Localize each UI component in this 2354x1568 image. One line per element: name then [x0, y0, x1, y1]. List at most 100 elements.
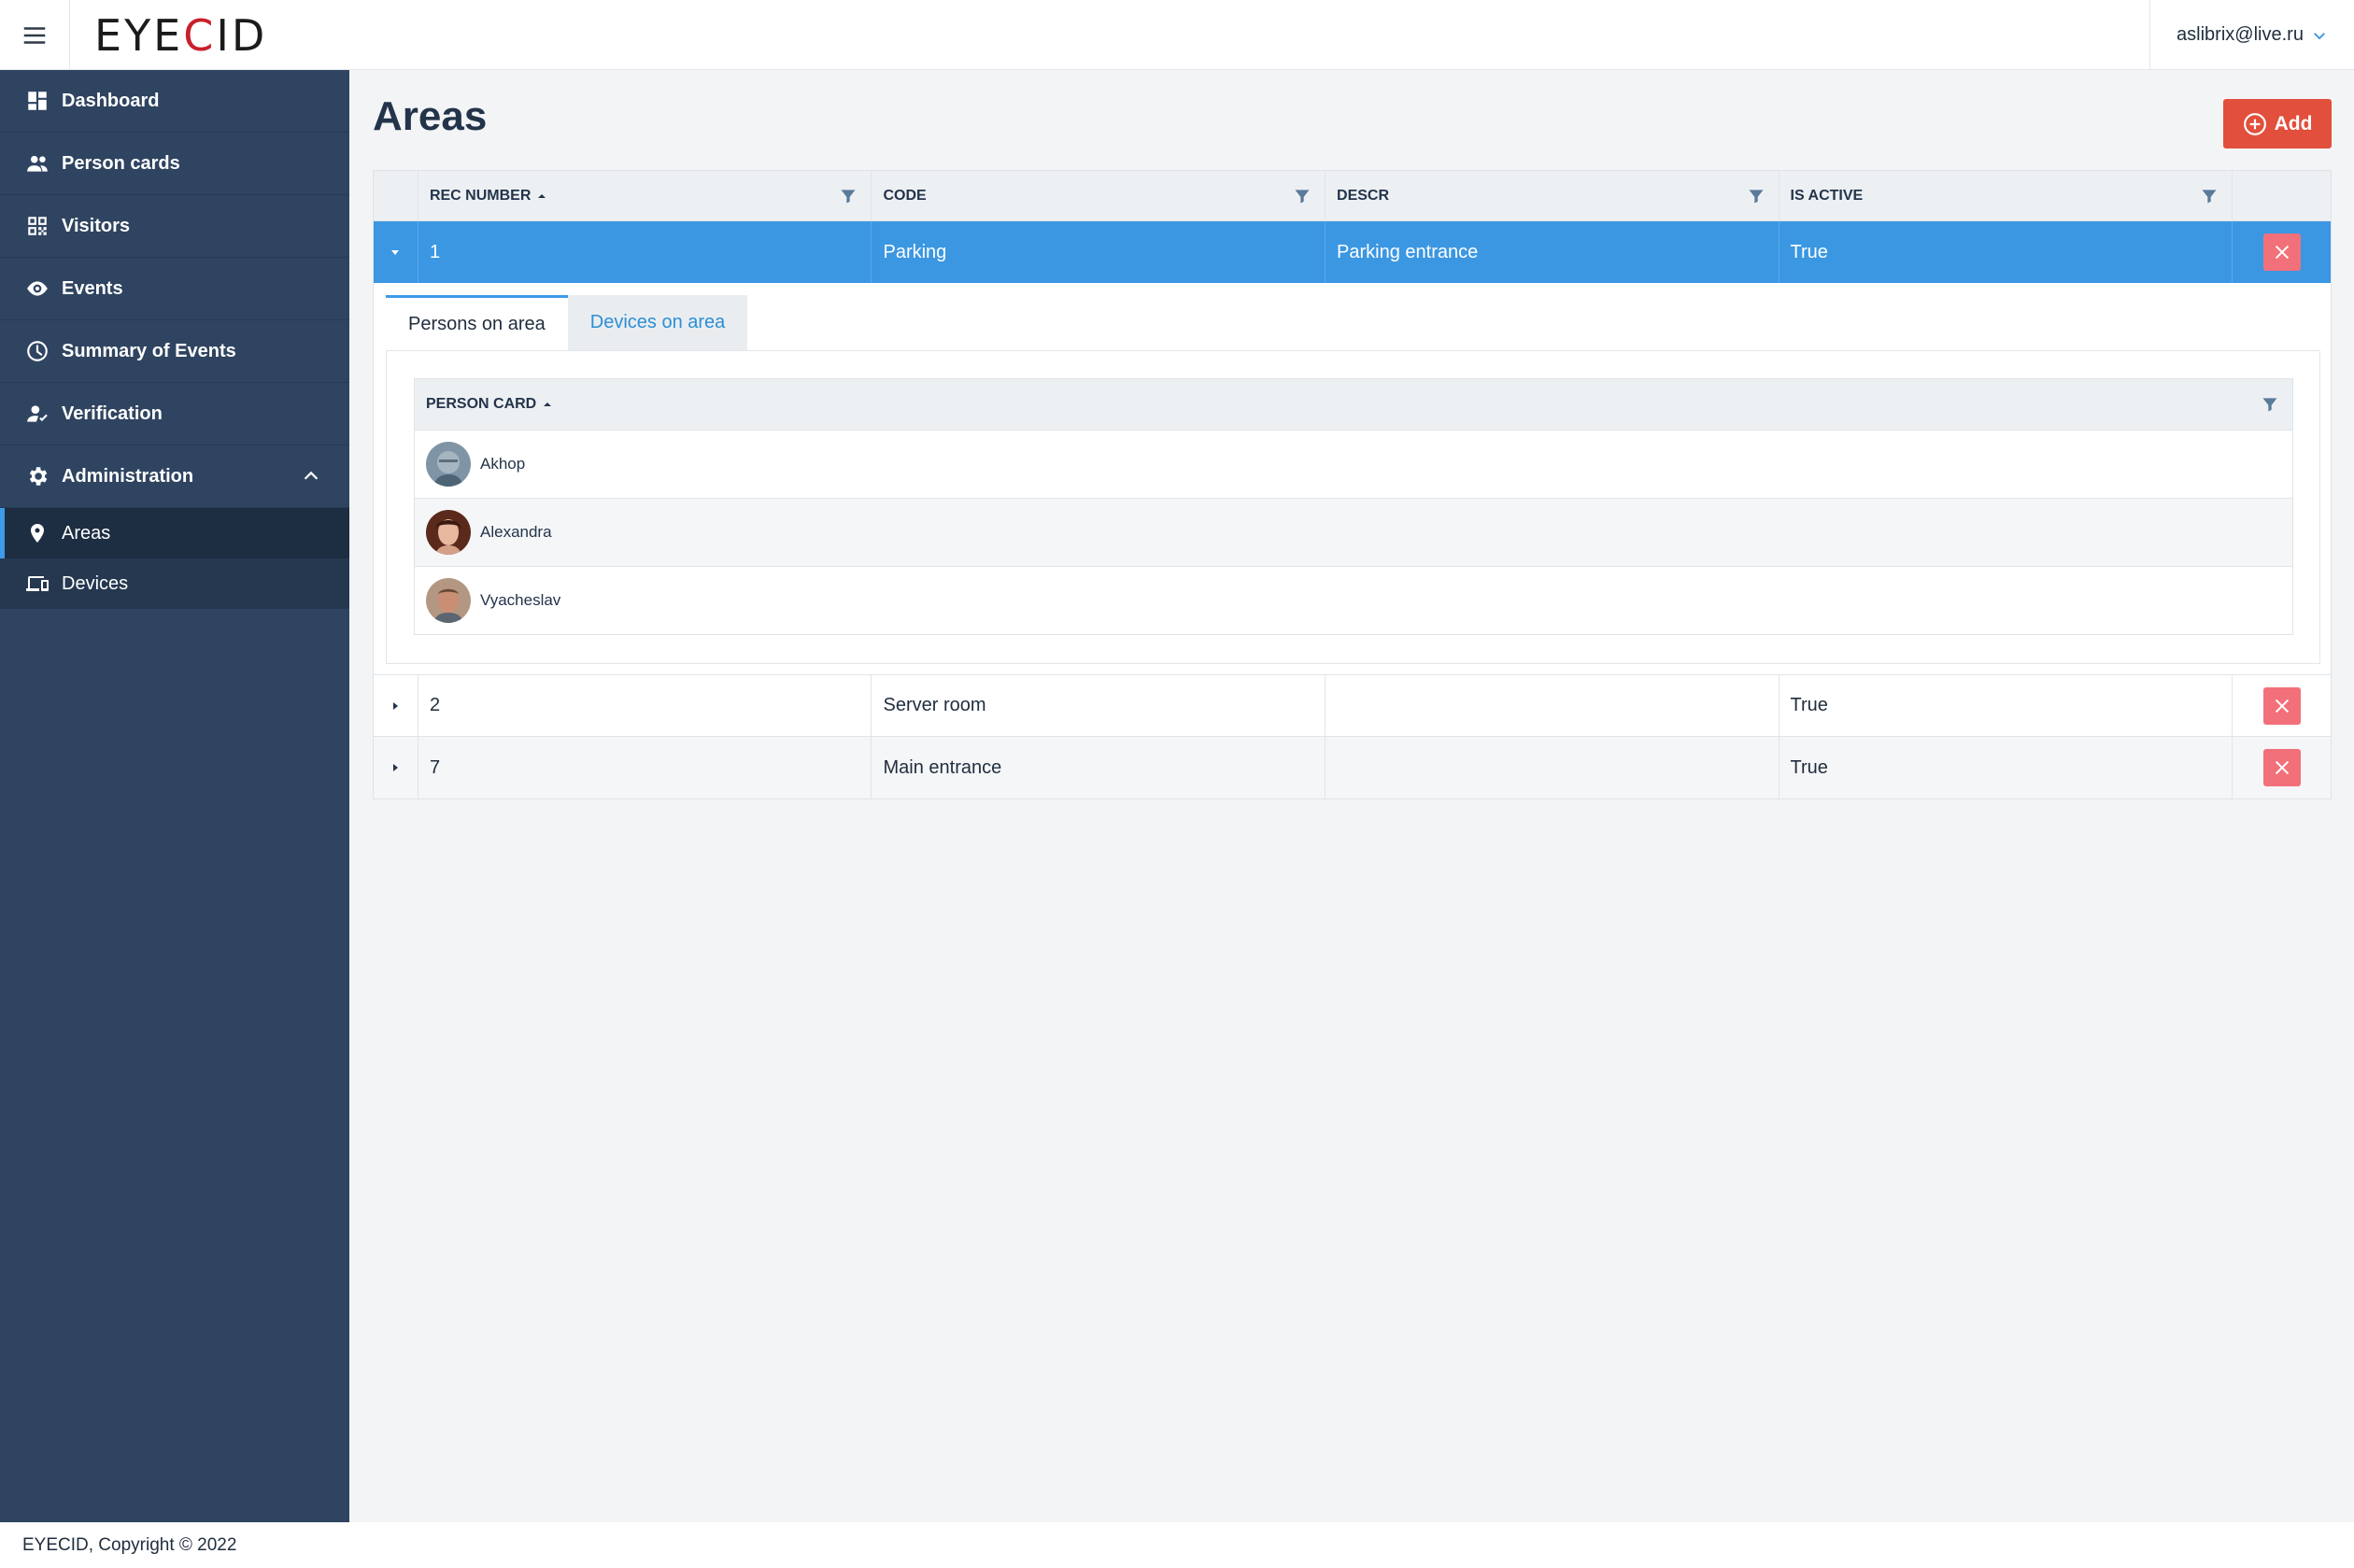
avatar: [426, 578, 471, 623]
gear-icon: [29, 467, 48, 486]
cell-descr: [1326, 675, 1780, 736]
location-pin-icon: [31, 524, 44, 543]
list-item[interactable]: Alexandra: [415, 498, 2292, 566]
people-icon: [27, 155, 48, 172]
copyright-text: EYECID, Copyright © 2022: [22, 1534, 237, 1555]
sidebar-item-label: Dashboard: [62, 90, 160, 111]
filter-icon[interactable]: [2200, 187, 2219, 205]
sort-ascending-icon: [538, 193, 546, 198]
add-button-label: Add: [2274, 112, 2313, 134]
row-expand-toggle[interactable]: [374, 675, 418, 736]
sidebar-item-label: Events: [62, 277, 123, 299]
cell-code: Parking: [872, 221, 1326, 283]
column-header-is-active[interactable]: IS ACTIVE: [1780, 171, 2233, 220]
logo-text-1: EYE: [94, 10, 184, 61]
caret-right-icon: [393, 764, 399, 771]
row-expand-toggle[interactable]: [374, 221, 418, 283]
row-detail-panel: Persons on area Devices on area PERSON C…: [374, 283, 2331, 675]
detail-tabs: Persons on area Devices on area: [386, 295, 748, 350]
close-icon: [2275, 245, 2289, 260]
avatar: [426, 442, 471, 487]
caret-down-icon: [391, 250, 400, 255]
tab-persons-on-area[interactable]: Persons on area: [386, 295, 568, 350]
eye-icon: [27, 281, 48, 296]
list-item[interactable]: Vyacheslav: [415, 566, 2292, 634]
tab-panel: PERSON CARD Akhop Alexandra Vyacheslav: [386, 350, 2320, 664]
cell-code: Main entrance: [872, 737, 1326, 798]
column-header-rec-number[interactable]: REC NUMBER: [418, 171, 872, 220]
menu-toggle-button[interactable]: [0, 0, 70, 70]
person-name: Alexandra: [480, 523, 552, 541]
sidebar-item-administration[interactable]: Administration: [0, 445, 349, 508]
sidebar-item-label: Visitors: [62, 215, 130, 236]
add-area-button[interactable]: Add: [2223, 99, 2332, 148]
column-header-label: REC NUMBER: [429, 187, 532, 204]
plus-circle-icon: [2243, 112, 2266, 135]
eyecid-logo[interactable]: EYE C ID: [94, 9, 267, 62]
chevron-down-icon: [2314, 32, 2325, 39]
person-name: Vyacheslav: [480, 591, 561, 609]
sidebar-item-events[interactable]: Events: [0, 258, 349, 320]
sidebar-item-devices[interactable]: Devices: [0, 558, 349, 609]
delete-row-button[interactable]: [2262, 749, 2301, 786]
column-header-label: PERSON CARD: [426, 396, 537, 412]
sidebar-item-label: Areas: [62, 522, 111, 544]
clock-icon: [27, 341, 48, 361]
chevron-up-icon[interactable]: [301, 466, 321, 487]
sidebar-item-label: Administration: [62, 465, 194, 487]
close-icon: [2275, 699, 2289, 713]
column-header-label: CODE: [883, 187, 927, 204]
cell-is-active: True: [1780, 737, 2233, 798]
cell-actions: [2233, 737, 2331, 798]
cell-rec-number: 1: [418, 221, 872, 283]
filter-icon[interactable]: [2261, 395, 2279, 414]
qr-code-icon: [28, 217, 47, 235]
table-row[interactable]: 7 Main entrance True: [374, 737, 2331, 798]
delete-row-button[interactable]: [2262, 686, 2301, 725]
list-item[interactable]: Akhop: [415, 430, 2292, 498]
sidebar-item-label: Verification: [62, 403, 163, 424]
avatar: [426, 510, 471, 555]
actions-column-header: [2233, 171, 2331, 220]
table-row[interactable]: 2 Server room True: [374, 675, 2331, 737]
cell-descr: Parking entrance: [1326, 221, 1780, 283]
column-header-person-card[interactable]: PERSON CARD: [415, 379, 2292, 430]
sidebar-item-visitors[interactable]: Visitors: [0, 195, 349, 258]
cell-actions: [2233, 675, 2331, 736]
tab-devices-on-area[interactable]: Devices on area: [567, 295, 748, 350]
user-menu[interactable]: aslibrix@live.ru: [2149, 0, 2354, 70]
sidebar: Dashboard Person cards Visitors Events S…: [0, 70, 349, 1522]
close-icon: [2275, 760, 2289, 775]
column-header-label: DESCR: [1337, 187, 1390, 204]
sidebar-item-dashboard[interactable]: Dashboard: [0, 70, 349, 133]
table-row[interactable]: 1 Parking Parking entrance True: [374, 221, 2331, 283]
sidebar-item-person-cards[interactable]: Person cards: [0, 133, 349, 195]
cell-rec-number: 2: [418, 675, 872, 736]
cell-is-active: True: [1780, 675, 2233, 736]
sidebar-item-summary-of-events[interactable]: Summary of Events: [0, 320, 349, 383]
page-title: Areas: [373, 93, 488, 139]
filter-icon[interactable]: [1293, 187, 1312, 205]
hamburger-icon: [23, 26, 46, 44]
row-expand-toggle[interactable]: [374, 737, 418, 798]
sidebar-item-verification[interactable]: Verification: [0, 383, 349, 445]
sidebar-item-label: Summary of Events: [62, 340, 236, 361]
logo-text-c: C: [183, 10, 217, 61]
filter-icon[interactable]: [839, 187, 858, 205]
cell-descr: [1326, 737, 1780, 798]
logo-text-2: ID: [216, 10, 268, 61]
cell-code: Server room: [872, 675, 1326, 736]
top-header: EYE C ID aslibrix@live.ru: [0, 0, 2354, 70]
filter-icon[interactable]: [1747, 187, 1766, 205]
devices-icon: [26, 576, 49, 591]
column-header-descr[interactable]: DESCR: [1326, 171, 1780, 220]
sidebar-item-label: Person cards: [62, 152, 180, 174]
column-header-code[interactable]: CODE: [872, 171, 1326, 220]
sidebar-item-areas[interactable]: Areas: [0, 508, 349, 558]
expand-column-header: [374, 171, 418, 220]
cell-rec-number: 7: [418, 737, 872, 798]
sort-ascending-icon: [544, 403, 552, 406]
delete-row-button[interactable]: [2262, 233, 2301, 271]
areas-grid: REC NUMBER CODE DESCR IS ACTIVE 1 Parkin…: [373, 170, 2332, 799]
cell-is-active: True: [1780, 221, 2233, 283]
